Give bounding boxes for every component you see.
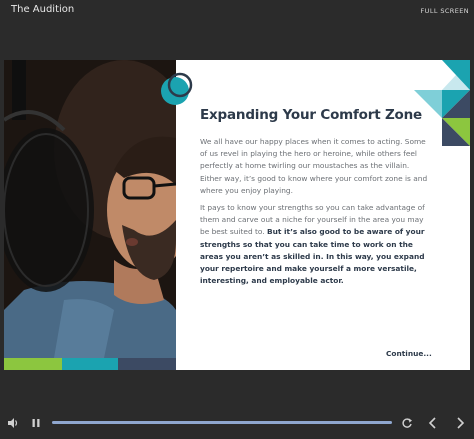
color-strip: [4, 358, 176, 370]
actor-photo: [4, 60, 176, 358]
progress-bar[interactable]: [52, 421, 392, 424]
strip-green: [4, 358, 62, 370]
strip-navy: [118, 358, 176, 370]
paragraph-2: It pays to know your strengths so you ca…: [200, 202, 432, 287]
player-controls: [0, 412, 474, 439]
paragraph-1: We all have our happy places when it com…: [200, 137, 428, 195]
slide-heading: Expanding Your Comfort Zone: [200, 107, 422, 123]
progress-fill: [52, 421, 392, 424]
next-icon[interactable]: [451, 412, 469, 434]
course-title: The Audition: [11, 4, 75, 15]
slide: Expanding Your Comfort Zone We all have …: [4, 60, 470, 370]
continue-link[interactable]: Continue...: [386, 349, 432, 358]
pause-icon[interactable]: [28, 412, 44, 434]
top-bar: The Audition FULL SCREEN: [0, 0, 474, 22]
previous-icon[interactable]: [424, 412, 442, 434]
volume-icon[interactable]: [4, 412, 22, 434]
strip-teal: [62, 358, 118, 370]
geometric-corner-decoration: [414, 60, 470, 146]
circle-decoration: [161, 72, 193, 105]
slide-content: Expanding Your Comfort Zone We all have …: [176, 60, 470, 370]
replay-icon[interactable]: [398, 412, 416, 434]
fullscreen-button[interactable]: FULL SCREEN: [421, 7, 469, 15]
